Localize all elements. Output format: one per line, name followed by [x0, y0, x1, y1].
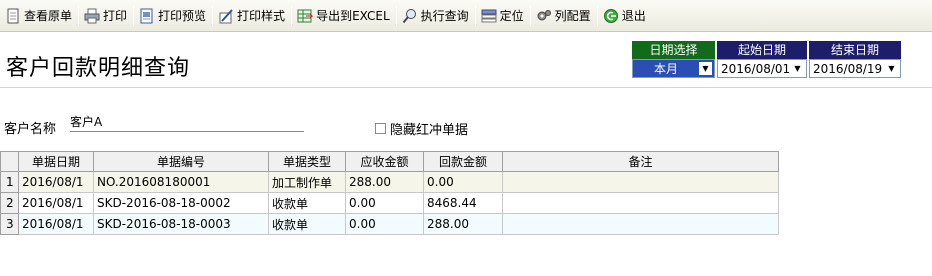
period-select[interactable]: 本月 ▼: [632, 59, 715, 78]
chevron-down-icon[interactable]: ▼: [699, 62, 712, 75]
locate-label: 定位: [499, 9, 524, 23]
column-header[interactable]: 单据编号: [93, 151, 269, 172]
cell-date[interactable]: 2016/08/1: [18, 213, 94, 235]
grid-header-row: 单据日期 单据编号 单据类型 应收金额 回款金额 备注: [0, 151, 779, 172]
toolbar: 查看原单 打印 打印预览 打印样式 导出到EXCEL 执行查询 定位 列配置 退…: [0, 0, 932, 32]
locate-icon: [481, 8, 497, 24]
view-original-button[interactable]: 查看原单: [2, 4, 76, 28]
column-config-icon: [536, 8, 552, 24]
toolbar-separator: [529, 5, 531, 26]
cell-date[interactable]: 2016/08/1: [18, 192, 94, 214]
column-header[interactable]: 单据日期: [18, 151, 94, 172]
magnifier-icon: [402, 8, 418, 24]
toolbar-separator: [133, 5, 135, 26]
cell-receivable[interactable]: 288.00: [345, 171, 424, 193]
cell-receivable[interactable]: 0.00: [345, 192, 424, 214]
column-config-label: 列配置: [554, 9, 591, 23]
print-preview-button[interactable]: 打印预览: [136, 4, 210, 28]
printer-icon: [84, 8, 100, 24]
end-date-filter: 结束日期 2016/08/19 ▼: [809, 41, 901, 78]
print-preview-icon: [139, 8, 155, 24]
column-header[interactable]: 回款金额: [423, 151, 503, 172]
start-date-filter: 起始日期 2016/08/01 ▼: [717, 41, 807, 78]
print-label: 打印: [103, 9, 128, 23]
cell-received[interactable]: 288.00: [423, 213, 503, 235]
print-style-label: 打印样式: [237, 9, 286, 23]
checkbox-box[interactable]: [375, 123, 386, 134]
divider: [0, 87, 932, 88]
table-row[interactable]: 2 2016/08/1 SKD-2016-08-18-0002 收款单 0.00…: [0, 192, 779, 214]
table-row[interactable]: 1 2016/08/1 NO.201608180001 加工制作单 288.00…: [0, 171, 779, 193]
cell-type[interactable]: 收款单: [268, 213, 346, 235]
cell-code[interactable]: SKD-2016-08-18-0002: [93, 192, 269, 214]
locate-button[interactable]: 定位: [478, 4, 528, 28]
toolbar-separator: [291, 5, 293, 26]
toolbar-separator: [596, 5, 598, 26]
page-title: 客户回款明细查询: [6, 56, 191, 81]
toolbar-separator: [212, 5, 214, 26]
period-filter: 日期选择 本月 ▼: [632, 41, 715, 78]
exit-label: 退出: [621, 9, 646, 23]
start-date-header: 起始日期: [717, 41, 807, 59]
hide-reversal-label: 隐藏红冲单据: [390, 123, 469, 138]
period-header: 日期选择: [632, 41, 715, 59]
print-style-button[interactable]: 打印样式: [215, 4, 289, 28]
export-excel-button[interactable]: 导出到EXCEL: [294, 4, 394, 28]
cell-receivable[interactable]: 0.00: [345, 213, 424, 235]
cell-note[interactable]: [502, 213, 779, 235]
export-excel-label: 导出到EXCEL: [316, 9, 390, 23]
chevron-down-icon[interactable]: ▼: [885, 62, 898, 75]
cell-code[interactable]: SKD-2016-08-18-0003: [93, 213, 269, 235]
cell-note[interactable]: [502, 171, 779, 193]
end-date-picker[interactable]: 2016/08/19 ▼: [809, 59, 901, 78]
cell-code[interactable]: NO.201608180001: [93, 171, 269, 193]
cell-note[interactable]: [502, 192, 779, 214]
customer-label: 客户名称: [4, 122, 57, 137]
column-header[interactable]: 备注: [502, 151, 779, 172]
cell-type[interactable]: 加工制作单: [268, 171, 346, 193]
column-header[interactable]: 单据类型: [268, 151, 346, 172]
cell-date[interactable]: 2016/08/1: [18, 171, 94, 193]
start-date-value: 2016/08/01: [721, 61, 791, 76]
toolbar-separator: [78, 5, 80, 26]
cell-type[interactable]: 收款单: [268, 192, 346, 214]
row-number: 2: [0, 192, 19, 214]
exit-icon: [603, 8, 619, 24]
toolbar-separator: [474, 5, 476, 26]
view-original-label: 查看原单: [24, 9, 73, 23]
document-icon: [5, 8, 21, 24]
column-config-button[interactable]: 列配置: [533, 4, 595, 28]
start-date-picker[interactable]: 2016/08/01 ▼: [717, 59, 807, 78]
detail-grid: 单据日期 单据编号 单据类型 应收金额 回款金额 备注 1 2016/08/1 …: [0, 151, 779, 235]
exit-button[interactable]: 退出: [600, 4, 650, 28]
toolbar-separator: [395, 5, 397, 26]
row-number: 1: [0, 171, 19, 193]
chevron-down-icon[interactable]: ▼: [791, 62, 804, 75]
end-date-header: 结束日期: [809, 41, 901, 59]
end-date-value: 2016/08/19: [813, 61, 883, 76]
excel-export-icon: [297, 8, 314, 24]
cell-received[interactable]: 0.00: [423, 171, 503, 193]
table-row[interactable]: 3 2016/08/1 SKD-2016-08-18-0003 收款单 0.00…: [0, 213, 779, 235]
print-button[interactable]: 打印: [81, 4, 131, 28]
row-number-header: [0, 151, 19, 172]
hide-reversal-checkbox[interactable]: 隐藏红冲单据: [375, 119, 468, 138]
execute-query-button[interactable]: 执行查询: [399, 4, 473, 28]
execute-query-label: 执行查询: [420, 9, 469, 23]
print-preview-label: 打印预览: [158, 9, 207, 23]
customer-field[interactable]: 客户A: [70, 114, 304, 132]
period-value: 本月: [654, 62, 679, 76]
column-header[interactable]: 应收金额: [345, 151, 424, 172]
row-number: 3: [0, 213, 19, 235]
print-style-icon: [218, 8, 234, 24]
cell-received[interactable]: 8468.44: [423, 192, 503, 214]
